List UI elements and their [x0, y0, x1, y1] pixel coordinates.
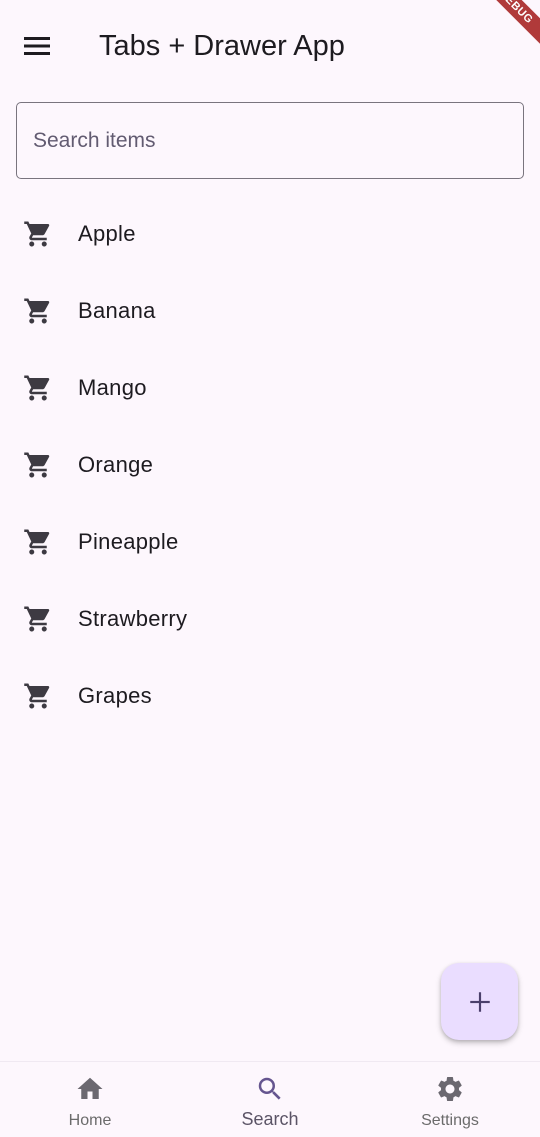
item-list: Apple Banana Mango Orange Pineapple Stra…: [0, 195, 540, 734]
app-screen: Tabs + Drawer App DEBUG Apple Banana Man…: [0, 0, 540, 1137]
menu-button[interactable]: [14, 22, 62, 70]
shopping-cart-icon: [24, 683, 50, 709]
shopping-cart-icon: [24, 298, 50, 324]
list-item-label: Orange: [78, 452, 154, 477]
app-bar: Tabs + Drawer App: [0, 0, 540, 92]
list-item-label: Apple: [78, 221, 136, 246]
nav-label-search: Search: [241, 1109, 299, 1129]
menu-icon: [24, 37, 50, 55]
list-item[interactable]: Mango: [0, 349, 540, 426]
nav-item-search[interactable]: Search: [180, 1062, 360, 1137]
list-item[interactable]: Pineapple: [0, 503, 540, 580]
shopping-cart-icon: [24, 452, 50, 478]
list-item[interactable]: Apple: [0, 195, 540, 272]
nav-item-settings[interactable]: Settings: [360, 1062, 540, 1137]
bottom-navigation: Home Search Settings: [0, 1061, 540, 1137]
settings-icon: [438, 1077, 462, 1101]
shopping-cart-icon: [24, 529, 50, 555]
search-input[interactable]: [17, 103, 523, 178]
list-item-label: Pineapple: [78, 529, 179, 554]
nav-label-settings: Settings: [421, 1112, 479, 1129]
list-item-label: Strawberry: [78, 606, 188, 631]
add-icon: [469, 991, 490, 1012]
search-icon: [258, 1077, 281, 1100]
list-item[interactable]: Banana: [0, 272, 540, 349]
list-item[interactable]: Grapes: [0, 657, 540, 734]
shopping-cart-icon: [24, 221, 50, 247]
list-item-label: Banana: [78, 298, 156, 323]
nav-item-home[interactable]: Home: [0, 1062, 180, 1137]
nav-label-home: Home: [68, 1112, 112, 1129]
home-icon: [77, 1077, 103, 1099]
search-field[interactable]: [16, 102, 524, 179]
add-item-button[interactable]: [441, 963, 518, 1040]
shopping-cart-icon: [24, 606, 50, 632]
page-title: Tabs + Drawer App: [99, 30, 345, 62]
list-item-label: Mango: [78, 375, 147, 400]
shopping-cart-icon: [24, 375, 50, 401]
list-item[interactable]: Orange: [0, 426, 540, 503]
list-item-label: Grapes: [78, 683, 152, 708]
list-item[interactable]: Strawberry: [0, 580, 540, 657]
